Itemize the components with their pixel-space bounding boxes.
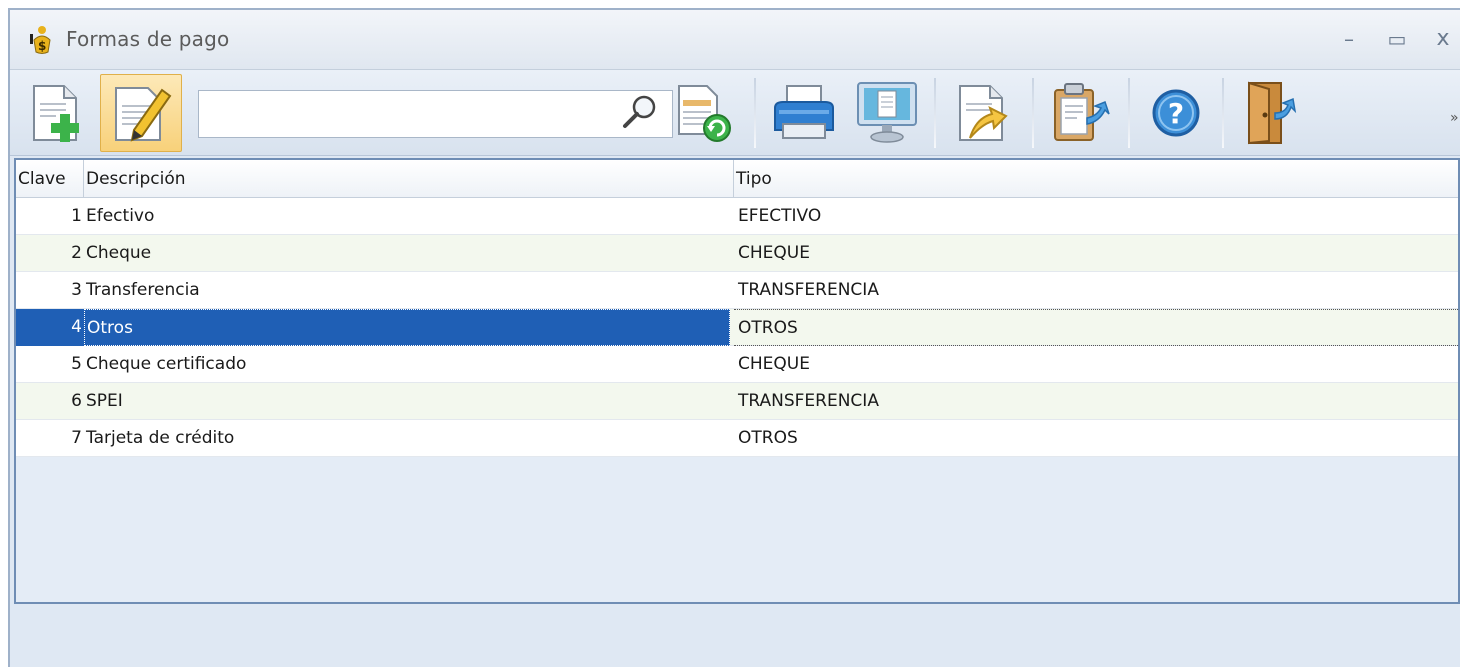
close-button[interactable]: x [1428, 26, 1458, 52]
cell-clave: 1 [71, 206, 82, 226]
table-row[interactable]: 1 Efectivo EFECTIVO [16, 198, 1458, 235]
print-button[interactable] [764, 74, 844, 152]
refresh-button[interactable] [666, 74, 742, 152]
minimize-button[interactable]: – [1334, 26, 1364, 52]
cell-descripcion: Otros [84, 309, 730, 346]
table-row-selected[interactable]: 4 Otros OTROS [16, 309, 1458, 346]
cell-tipo: CHEQUE [738, 354, 810, 374]
table-row[interactable]: 6 SPEI TRANSFERENCIA [16, 383, 1458, 420]
toolbar: ? » [10, 70, 1460, 156]
paste-button[interactable] [1040, 74, 1120, 152]
cell-clave: 7 [71, 428, 82, 448]
cell-clave: 3 [71, 280, 82, 300]
edit-document-icon [115, 87, 172, 142]
new-button[interactable] [20, 74, 96, 152]
help-icon: ? [1152, 89, 1200, 137]
title-bar[interactable]: $ Formas de pago – ▭ x [10, 10, 1460, 70]
search-icon[interactable] [620, 92, 660, 132]
cell-descripcion: Cheque certificado [86, 354, 247, 374]
table-row[interactable]: 5 Cheque certificado CHEQUE [16, 346, 1458, 383]
money-bag-icon: $ [30, 26, 51, 54]
cell-tipo: TRANSFERENCIA [738, 391, 879, 411]
table-row[interactable]: 2 Cheque CHEQUE [16, 235, 1458, 272]
column-header-tipo[interactable]: Tipo [734, 160, 1458, 198]
window-title: Formas de pago [66, 27, 230, 51]
table-row[interactable]: 7 Tarjeta de crédito OTROS [16, 420, 1458, 457]
search-input[interactable] [205, 91, 605, 135]
cell-clave: 2 [71, 243, 82, 263]
maximize-button[interactable]: ▭ [1382, 26, 1412, 52]
cell-descripcion: Transferencia [86, 280, 200, 300]
preview-button[interactable] [846, 74, 928, 152]
grid-header: Clave Descripción Tipo [16, 160, 1458, 198]
toolbar-separator [1128, 78, 1130, 148]
cell-clave: 6 [71, 391, 82, 411]
cell-descripcion: SPEI [86, 391, 123, 411]
add-document-icon [33, 85, 79, 142]
cell-tipo: OTROS [738, 428, 798, 448]
toolbar-separator [1222, 78, 1224, 148]
column-header-clave[interactable]: Clave [16, 160, 84, 198]
printer-icon [774, 85, 834, 139]
status-bar [10, 606, 1460, 667]
clipboard-paste-icon [1054, 83, 1110, 141]
cell-descripcion: Efectivo [86, 206, 155, 226]
cell-descripcion: Tarjeta de crédito [86, 428, 235, 448]
cell-clave: 4 [16, 309, 84, 346]
exit-door-icon [1248, 81, 1297, 145]
window: $ Formas de pago – ▭ x ? » Clave Descrip… [8, 8, 1460, 667]
toolbar-overflow-icon[interactable]: » [1450, 110, 1459, 126]
toolbar-separator [754, 78, 756, 148]
table-row[interactable]: 3 Transferencia TRANSFERENCIA [16, 272, 1458, 309]
export-button[interactable] [944, 74, 1024, 152]
preview-monitor-icon [857, 82, 917, 143]
cell-tipo: OTROS [734, 309, 1458, 346]
cell-descripcion: Cheque [86, 243, 152, 263]
refresh-list-icon [678, 85, 731, 142]
svg-text:$: $ [38, 39, 46, 53]
exit-button[interactable] [1232, 74, 1312, 152]
cell-tipo: EFECTIVO [738, 206, 822, 226]
column-header-descripcion[interactable]: Descripción [84, 160, 734, 198]
cell-tipo: CHEQUE [738, 243, 810, 263]
edit-button[interactable] [100, 74, 182, 152]
cell-tipo: TRANSFERENCIA [738, 280, 879, 300]
toolbar-separator [1032, 78, 1034, 148]
search-box[interactable] [198, 90, 673, 138]
export-document-icon [959, 85, 1008, 141]
svg-text:?: ? [1168, 97, 1184, 130]
toolbar-separator [934, 78, 936, 148]
payment-methods-grid[interactable]: Clave Descripción Tipo 1 Efectivo EFECTI… [14, 158, 1460, 604]
cell-clave: 5 [71, 354, 82, 374]
help-button[interactable]: ? [1138, 74, 1214, 152]
